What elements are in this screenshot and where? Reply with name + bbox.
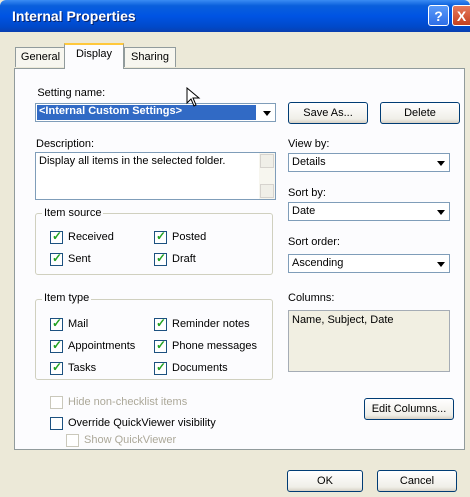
item-type-title: Item type (42, 292, 92, 304)
mouse-cursor-icon (186, 87, 201, 107)
properties-dialog: Internal Properties ? X General Display … (0, 0, 470, 497)
hide-non-checklist-checkbox[interactable] (50, 396, 63, 409)
received-checkbox[interactable] (50, 229, 63, 244)
scroll-up-icon[interactable] (260, 154, 274, 168)
view-by-value: Details (292, 156, 326, 168)
show-quickviewer-label: Show QuickViewer (84, 434, 177, 446)
phone-messages-checkbox[interactable] (154, 338, 167, 353)
tasks-checkbox[interactable] (50, 360, 63, 375)
sort-order-label: Sort order: (288, 236, 340, 248)
description-label: Description: (36, 138, 95, 150)
hide-non-checklist-label: Hide non-checklist items (68, 396, 188, 408)
setting-name-label: SSetting name: (37, 87, 106, 99)
view-by-label: View by: (288, 138, 330, 150)
documents-label: Documents (172, 362, 228, 374)
title-bar[interactable]: Internal Properties ? X (0, 0, 470, 32)
delete-button[interactable]: Delete (380, 102, 460, 124)
draft-checkbox[interactable] (154, 251, 167, 266)
edit-columns-button[interactable]: Edit Columns... (364, 398, 454, 420)
save-as-button[interactable]: Save As... (288, 102, 368, 124)
tab-sharing[interactable]: Sharing (124, 47, 176, 67)
cancel-button[interactable]: Cancel (377, 470, 457, 492)
help-button[interactable]: ? (428, 5, 449, 26)
chevron-down-icon[interactable] (433, 204, 448, 219)
sort-by-label: Sort by: (288, 187, 326, 199)
sort-by-combo[interactable]: Date (288, 202, 450, 221)
description-scrollbar[interactable] (259, 153, 275, 199)
tasks-label: Tasks (68, 362, 97, 374)
description-textbox[interactable]: Display all items in the selected folder… (35, 152, 276, 200)
scroll-down-icon[interactable] (260, 184, 274, 198)
draft-label: Draft (172, 253, 196, 265)
phone-messages-label: Phone messages (172, 340, 257, 352)
sort-order-value: Ascending (292, 257, 344, 269)
posted-checkbox[interactable] (154, 229, 167, 244)
mail-checkbox[interactable] (50, 316, 63, 331)
columns-box: Name, Subject, Date (288, 310, 450, 372)
tab-display[interactable]: Display (64, 43, 124, 69)
tab-general[interactable]: General (15, 47, 66, 67)
override-quickviewer-checkbox[interactable] (50, 417, 63, 430)
view-by-combo[interactable]: Details (288, 153, 450, 172)
chevron-down-icon[interactable] (433, 256, 448, 271)
setting-name-value: <Internal Custom Settings> (39, 105, 183, 117)
sort-by-value: Date (292, 205, 316, 217)
override-quickviewer-label: Override QuickViewer visibility (68, 417, 216, 429)
close-button[interactable]: X (452, 5, 470, 26)
setting-name-combo[interactable]: <Internal Custom Settings> (35, 103, 276, 122)
chevron-down-icon[interactable] (433, 155, 448, 170)
show-quickviewer-checkbox[interactable] (66, 434, 79, 447)
posted-label: Posted (172, 231, 207, 243)
item-source-title: Item source (42, 207, 104, 219)
sort-order-combo[interactable]: Ascending (288, 254, 450, 273)
ok-button[interactable]: OK (287, 470, 363, 492)
sent-label: Sent (68, 253, 91, 265)
received-label: Received (68, 231, 114, 243)
columns-value: Name, Subject, Date (292, 314, 394, 326)
chevron-down-icon[interactable] (259, 105, 274, 120)
sent-checkbox[interactable] (50, 251, 63, 266)
appointments-checkbox[interactable] (50, 338, 63, 353)
reminder-notes-label: Reminder notes (172, 318, 250, 330)
mail-label: Mail (68, 318, 89, 330)
appointments-label: Appointments (68, 340, 136, 352)
columns-label: Columns: (288, 292, 335, 304)
documents-checkbox[interactable] (154, 360, 167, 375)
description-text: Display all items in the selected folder… (39, 155, 226, 167)
window-title: Internal Properties (12, 8, 136, 24)
reminder-notes-checkbox[interactable] (154, 316, 167, 331)
setting-name-label-text: Setting name: (37, 87, 106, 99)
